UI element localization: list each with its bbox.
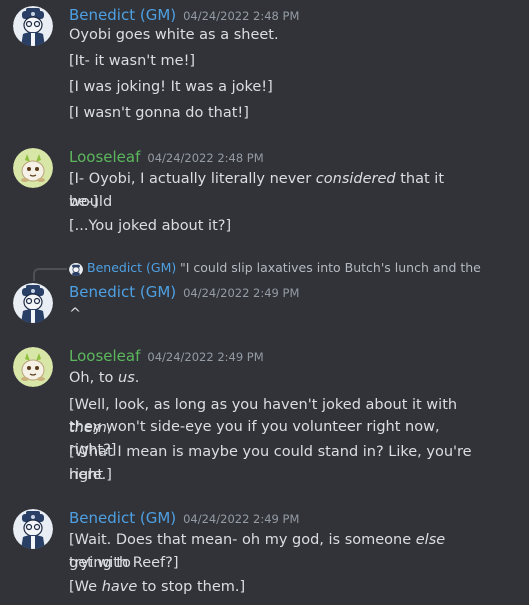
chat-log: Benedict (GM) 04/24/2022 2:48 PM Oyobi g… bbox=[0, 0, 529, 605]
message-line: be-] bbox=[69, 194, 99, 210]
message-line: [We have to stop them.] bbox=[69, 576, 489, 599]
reply-preview[interactable]: Benedict (GM) "I could slip laxatives in… bbox=[0, 260, 529, 281]
benedict-avatar[interactable] bbox=[13, 283, 53, 323]
message-line: [I wasn't gonna do that!] bbox=[69, 105, 249, 121]
italic-text: have bbox=[101, 579, 138, 595]
text-segment: Oh, to bbox=[69, 370, 118, 386]
message-line: [It- it wasn't me!] bbox=[69, 53, 196, 69]
timestamp: 04/24/2022 2:49 PM bbox=[183, 512, 300, 526]
reply-avatar bbox=[69, 262, 83, 276]
message-line: [...You joked about it?] bbox=[69, 218, 232, 234]
italic-text: else bbox=[415, 532, 446, 548]
reply-author[interactable]: Benedict (GM) bbox=[87, 260, 176, 276]
looseleaf-avatar-icon bbox=[13, 148, 53, 188]
italic-text: us bbox=[118, 370, 135, 386]
benedict-mini-avatar-icon bbox=[69, 263, 83, 276]
message-header: Benedict (GM) 04/24/2022 2:49 PM bbox=[69, 507, 299, 529]
author-name[interactable]: Benedict (GM) bbox=[69, 4, 176, 26]
message-header: Looseleaf 04/24/2022 2:48 PM bbox=[69, 146, 264, 168]
message-line: get with Reef?] bbox=[69, 555, 179, 571]
italic-text: considered bbox=[315, 171, 396, 187]
message-line: here.] bbox=[69, 467, 112, 483]
text-segment: [Wait. Does that mean- oh my god, is som… bbox=[69, 532, 416, 548]
text-segment: . bbox=[134, 370, 140, 386]
reply-text[interactable]: "I could slip laxatives into Butch's lun… bbox=[180, 260, 482, 276]
author-name[interactable]: Looseleaf bbox=[69, 146, 140, 168]
timestamp: 04/24/2022 2:48 PM bbox=[147, 151, 264, 165]
timestamp: 04/24/2022 2:49 PM bbox=[183, 286, 300, 300]
message-line: Oyobi goes white as a sheet. bbox=[69, 27, 279, 43]
author-name[interactable]: Benedict (GM) bbox=[69, 507, 176, 529]
benedict-avatar-icon bbox=[13, 6, 53, 46]
timestamp: 04/24/2022 2:49 PM bbox=[147, 350, 264, 364]
message-line: Oh, to us. bbox=[69, 367, 489, 390]
reply-spine bbox=[33, 268, 67, 281]
benedict-avatar-icon bbox=[13, 509, 53, 549]
message-line: [I was joking! It was a joke!] bbox=[69, 79, 273, 95]
benedict-avatar[interactable] bbox=[13, 509, 53, 549]
looseleaf-avatar[interactable] bbox=[13, 148, 53, 188]
text-segment: to stop them.] bbox=[137, 579, 246, 595]
message-header: Benedict (GM) 04/24/2022 2:48 PM bbox=[69, 4, 299, 26]
message-header: Benedict (GM) 04/24/2022 2:49 PM bbox=[69, 281, 299, 303]
benedict-avatar[interactable] bbox=[13, 6, 53, 46]
author-name[interactable]: Benedict (GM) bbox=[69, 281, 176, 303]
looseleaf-avatar-icon bbox=[13, 347, 53, 387]
looseleaf-avatar[interactable] bbox=[13, 347, 53, 387]
benedict-avatar-icon bbox=[13, 283, 53, 323]
message-header: Looseleaf 04/24/2022 2:49 PM bbox=[69, 345, 264, 367]
text-segment: [We bbox=[69, 579, 102, 595]
author-name[interactable]: Looseleaf bbox=[69, 345, 140, 367]
message-line: ^ bbox=[69, 306, 82, 322]
text-segment: [Well, look, as long as you haven't joke… bbox=[69, 397, 462, 413]
text-segment: [I- Oyobi, I actually literally never bbox=[69, 171, 316, 187]
